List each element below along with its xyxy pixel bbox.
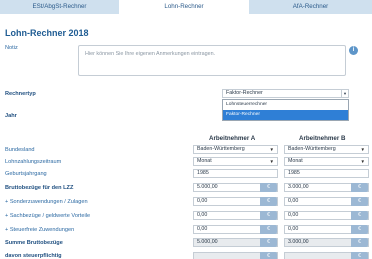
steuerpflichtig-output-a: € (193, 252, 278, 259)
notiz-label: Notiz (5, 45, 18, 51)
bundesland-select-b[interactable]: Baden-Württemberg ▼ (284, 145, 369, 154)
bundesland-value-a: Baden-Württemberg (197, 146, 245, 152)
euro-icon: € (351, 238, 368, 247)
steuerfrei-value-b: 0,00 (288, 226, 299, 232)
brutto-input-b[interactable]: 3.000,00 € (284, 183, 369, 192)
sonder-input-b[interactable]: 0,00 € (284, 197, 369, 206)
bundesland-label: Bundesland (5, 147, 35, 153)
tab-afa[interactable]: AfA-Rechner (249, 0, 372, 14)
geburtsjahr-input-a[interactable]: 1985 (193, 169, 278, 178)
chevron-down-icon: ▼ (360, 147, 365, 152)
euro-icon: € (351, 197, 368, 206)
chevron-down-icon: ▾ (341, 90, 348, 97)
sonder-input-a[interactable]: 0,00 € (193, 197, 278, 206)
rechnertyp-dropdown: Lohnsteuerrechner Faktor-Rechner (222, 99, 349, 121)
tab-est-abgst[interactable]: ESt/AbgSt-Rechner (0, 0, 120, 14)
zeitraum-select-b[interactable]: Monat ▼ (284, 157, 369, 166)
brutto-value-b: 3.000,00 (288, 184, 309, 190)
page-title: Lohn-Rechner 2018 (5, 28, 89, 38)
geburtsjahr-input-b[interactable]: 1985 (284, 169, 369, 178)
sonder-value-b: 0,00 (288, 198, 299, 204)
rechnertyp-label: Rechnertyp (5, 91, 36, 97)
info-icon[interactable]: i (349, 46, 358, 55)
euro-icon: € (351, 183, 368, 192)
sachbezug-input-a[interactable]: 0,00 € (193, 211, 278, 220)
zeitraum-value-b: Monat (288, 158, 303, 164)
notiz-field[interactable]: Hier können Sie Ihre eigenen Anmerkungen… (78, 45, 346, 76)
summe-output-b: 3.000,00 € (284, 238, 369, 247)
column-header-a: Arbeitnehmer A (209, 135, 256, 142)
zeitraum-value-a: Monat (197, 158, 212, 164)
sachbezug-label: + Sachbezüge / geldwerte Vorteile (5, 213, 91, 219)
euro-icon: € (351, 252, 368, 259)
euro-icon: € (260, 252, 277, 259)
steuerfrei-value-a: 0,00 (197, 226, 208, 232)
euro-icon: € (260, 238, 277, 247)
geburtsjahr-label: Geburtsjahrgang (5, 171, 47, 177)
zeitraum-select-a[interactable]: Monat ▼ (193, 157, 278, 166)
euro-icon: € (260, 225, 277, 234)
brutto-value-a: 5.000,00 (197, 184, 218, 190)
euro-icon: € (260, 211, 277, 220)
dropdown-option-lohnsteuerrechner[interactable]: Lohnsteuerrechner (223, 100, 348, 110)
steuerfrei-input-b[interactable]: 0,00 € (284, 225, 369, 234)
steuerfrei-input-a[interactable]: 0,00 € (193, 225, 278, 234)
bundesland-value-b: Baden-Württemberg (288, 146, 336, 152)
sachbezug-value-b: 0,00 (288, 212, 299, 218)
jahr-label: Jahr (5, 113, 17, 119)
euro-icon: € (351, 225, 368, 234)
summe-output-a: 5.000,00 € (193, 238, 278, 247)
sonder-value-a: 0,00 (197, 198, 208, 204)
summe-label: Summe Bruttobezüge (5, 240, 63, 246)
bundesland-select-a[interactable]: Baden-Württemberg ▼ (193, 145, 278, 154)
brutto-input-a[interactable]: 5.000,00 € (193, 183, 278, 192)
chevron-down-icon: ▼ (269, 147, 274, 152)
euro-icon: € (260, 183, 277, 192)
column-header-b: Arbeitnehmer B (299, 135, 346, 142)
rechnertyp-selected: Faktor-Rechner (226, 90, 263, 96)
chevron-down-icon: ▼ (360, 159, 365, 164)
steuerpflichtig-output-b: € (284, 252, 369, 259)
notiz-placeholder: Hier können Sie Ihre eigenen Anmerkungen… (85, 51, 216, 57)
summe-value-b: 3.000,00 (288, 239, 309, 245)
zeitraum-label: Lohnzahlungszeitraum (5, 159, 62, 165)
brutto-label: Bruttobezüge für den LZZ (5, 185, 74, 191)
dropdown-option-faktor-rechner[interactable]: Faktor-Rechner (223, 110, 348, 120)
euro-icon: € (351, 211, 368, 220)
sachbezug-value-a: 0,00 (197, 212, 208, 218)
tab-lohn[interactable]: Lohn-Rechner (120, 0, 249, 14)
chevron-down-icon: ▼ (269, 159, 274, 164)
euro-icon: € (260, 197, 277, 206)
tab-bar: ESt/AbgSt-Rechner Lohn-Rechner AfA-Rechn… (0, 0, 372, 14)
summe-value-a: 5.000,00 (197, 239, 218, 245)
rechnertyp-select[interactable]: Faktor-Rechner ▾ (222, 89, 349, 98)
steuerfrei-label: + Steuerfreie Zuwendungen (5, 227, 75, 233)
sonder-label: + Sonderzuwendungen / Zulagen (5, 199, 88, 205)
sachbezug-input-b[interactable]: 0,00 € (284, 211, 369, 220)
steuerpflichtig-label: davon steuerpflichtig (5, 253, 62, 259)
